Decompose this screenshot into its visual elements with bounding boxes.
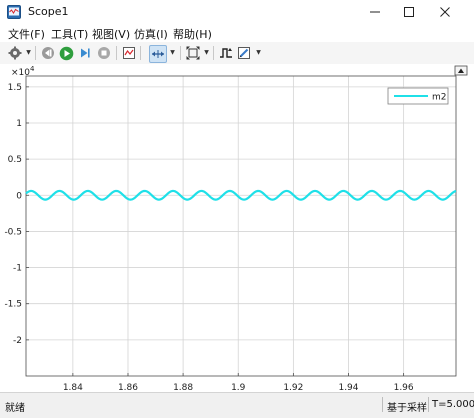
scope-app-icon — [7, 5, 21, 19]
menu-file[interactable]: 文件(F) — [8, 26, 45, 42]
plot-area: 1.84 1.86 1.88 1.9 1.92 1.94 1.96 1.5 1 0.5 0 -0.5 -… — [0, 64, 474, 393]
toolbar: ▼ ▼ ▼ ▼ — [0, 42, 474, 65]
menu-help[interactable]: 帮助(H) — [173, 26, 212, 42]
x-tick-label: 1.9 — [231, 383, 246, 392]
toolbar-separator — [180, 46, 181, 60]
tick-layer: 1.84 1.86 1.88 1.9 1.92 1.94 1.96 1.5 1 0.5 0 -0.5 -… — [4, 83, 414, 393]
y-tick-label: 1.5 — [8, 83, 22, 93]
title-bar: Scope1 — [0, 0, 474, 24]
status-separator — [428, 397, 429, 412]
y-tick-label: 0.5 — [8, 155, 22, 165]
pen-icon — [238, 47, 250, 59]
toolbar-separator — [116, 46, 117, 60]
maximize-icon — [404, 7, 414, 17]
highlight-button[interactable] — [121, 45, 137, 61]
status-sample-mode: 基于采样 — [387, 403, 427, 414]
menu-tools[interactable]: 工具(T) — [51, 26, 88, 42]
y-tick-label: -2 — [13, 336, 22, 346]
style-dropdown-icon[interactable]: ▼ — [255, 49, 262, 56]
y-tick-label: -1 — [13, 264, 22, 274]
legend: m2 — [387, 87, 449, 105]
stop-icon — [98, 47, 110, 59]
minimize-icon — [370, 11, 380, 13]
autoscale-icon — [186, 46, 200, 60]
x-tick-label: 1.96 — [394, 383, 414, 392]
plot-expand-button[interactable] — [454, 65, 468, 76]
menu-bar: 文件(F) 工具(T) 视图(V) 仿真(I) 帮助(H) — [0, 24, 474, 42]
window-title: Scope1 — [28, 5, 69, 18]
x-tick-label: 1.92 — [283, 383, 303, 392]
run-icon — [59, 46, 73, 60]
close-button[interactable] — [428, 0, 462, 24]
settings-gear-icon — [8, 46, 22, 60]
axes-box — [25, 75, 457, 377]
zoom-dropdown-icon[interactable]: ▼ — [169, 49, 176, 56]
toolbar-separator — [35, 46, 36, 60]
step-forward-button[interactable] — [77, 45, 93, 61]
step-back-button[interactable] — [40, 45, 56, 61]
x-tick-label: 1.94 — [338, 383, 358, 392]
zoom-button[interactable] — [149, 45, 167, 63]
close-icon — [440, 7, 450, 17]
toolbar-separator — [140, 46, 141, 60]
settings-button[interactable] — [7, 45, 23, 61]
maximize-button[interactable] — [392, 0, 426, 24]
y-tick-label: 0 — [16, 191, 22, 201]
settings-dropdown-icon[interactable]: ▼ — [25, 49, 32, 56]
status-ready: 就绪 — [5, 403, 25, 414]
highlight-signal-icon — [123, 47, 135, 59]
y-tick-label: -1.5 — [4, 300, 22, 310]
triggers-button[interactable] — [218, 45, 234, 61]
status-bar: 就绪 基于采样 T=5.000 — [0, 392, 474, 418]
status-time: T=5.000 — [432, 399, 474, 410]
run-button[interactable] — [58, 45, 74, 61]
step-back-icon — [42, 47, 54, 59]
style-button[interactable] — [236, 45, 252, 61]
autoscale-button[interactable] — [185, 45, 201, 61]
x-tick-label: 1.84 — [63, 383, 83, 392]
menu-simulation[interactable]: 仿真(I) — [134, 26, 168, 42]
zoom-icon — [152, 50, 164, 58]
step-forward-icon — [81, 48, 90, 58]
autoscale-dropdown-icon[interactable]: ▼ — [203, 49, 210, 56]
minimize-button[interactable] — [358, 0, 392, 24]
y-tick-label: -0.5 — [4, 227, 22, 237]
stop-button[interactable] — [96, 45, 112, 61]
scope-window: Scope1 文件(F) 工具(T) 视图(V) 仿真(I) 帮助(H) ▼ ▼… — [0, 0, 474, 418]
toolbar-separator — [213, 46, 214, 60]
legend-label-m2: m2 — [432, 93, 447, 103]
menu-view[interactable]: 视图(V) — [92, 26, 130, 42]
scope-plot[interactable]: 1.84 1.86 1.88 1.9 1.92 1.94 1.96 1.5 1 0.5 0 -0.5 -… — [0, 64, 474, 393]
x-tick-label: 1.88 — [173, 383, 193, 392]
y-tick-label: 1 — [16, 119, 22, 129]
x-tick-label: 1.86 — [118, 383, 138, 392]
triggers-icon — [220, 48, 232, 58]
status-separator — [382, 397, 383, 412]
grid-layer — [26, 76, 456, 376]
